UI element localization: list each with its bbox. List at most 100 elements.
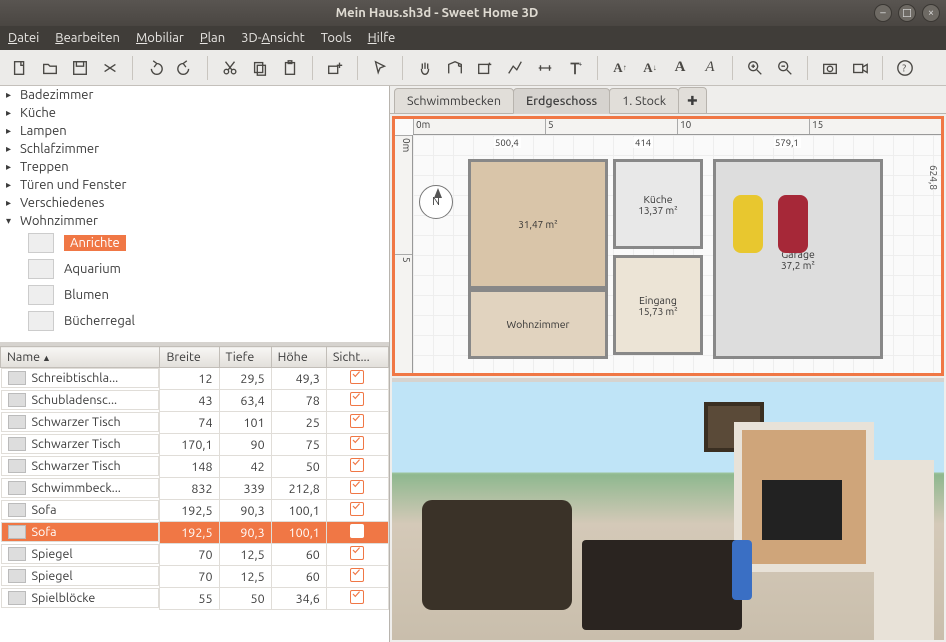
open-button[interactable] xyxy=(36,54,64,82)
catalog-category[interactable]: ▸Badezimmer xyxy=(0,86,389,104)
text-italic-button[interactable]: A xyxy=(696,54,724,82)
room[interactable]: Wohnzimmer xyxy=(468,289,608,359)
dimension-tool[interactable] xyxy=(531,54,559,82)
catalog-category[interactable]: ▸Türen und Fenster xyxy=(0,176,389,194)
visible-checkbox[interactable] xyxy=(350,546,364,560)
menu-tools[interactable]: Tools xyxy=(321,31,352,45)
visible-checkbox[interactable] xyxy=(350,568,364,582)
save-button[interactable] xyxy=(66,54,94,82)
zoom-in-button[interactable] xyxy=(741,54,769,82)
maximize-button[interactable]: ☐ xyxy=(898,4,916,22)
plan-canvas[interactable]: N 624,8 500,4414579,131,47 m²WohnzimmerK… xyxy=(413,135,941,373)
cut-button[interactable] xyxy=(216,54,244,82)
menu-mobiliar[interactable]: Mobiliar xyxy=(136,31,184,45)
column-header[interactable]: Name▲ xyxy=(1,347,160,368)
menu-plan[interactable]: Plan xyxy=(200,31,225,45)
pan-tool[interactable] xyxy=(411,54,439,82)
help-button[interactable]: ? xyxy=(891,54,919,82)
menu-3d[interactable]: 3D-Ansicht xyxy=(241,31,305,45)
table-row[interactable]: Schwimmbeck...832339212,8 xyxy=(1,478,389,500)
undo-button[interactable] xyxy=(141,54,169,82)
catalog-item[interactable]: Anrichte xyxy=(0,230,389,256)
table-row[interactable]: Schwarzer Tisch1484250 xyxy=(1,456,389,478)
photo-button[interactable] xyxy=(816,54,844,82)
menu-bearbeiten[interactable]: Bearbeiten xyxy=(55,31,120,45)
text-tool[interactable]: + xyxy=(561,54,589,82)
new-button[interactable] xyxy=(6,54,34,82)
menu-hilfe[interactable]: Hilfe xyxy=(368,31,396,45)
table-row[interactable]: Schreibtischla...1229,549,3 xyxy=(1,368,389,390)
room[interactable]: Küche13,37 m² xyxy=(613,159,703,249)
catalog-category[interactable]: ▸Schlafzimmer xyxy=(0,140,389,158)
3d-view[interactable] xyxy=(392,378,944,640)
select-tool[interactable] xyxy=(366,54,394,82)
polyline-tool[interactable] xyxy=(501,54,529,82)
furniture-table[interactable]: Name▲BreiteTiefeHöheSicht... Schreibtisc… xyxy=(0,346,389,642)
menu-datei[interactable]: Datei xyxy=(8,31,39,45)
car-red[interactable] xyxy=(778,195,808,253)
table-row[interactable]: Schwarzer Tisch7410125 xyxy=(1,412,389,434)
level-tab[interactable]: 1. Stock xyxy=(609,88,679,113)
car-yellow[interactable] xyxy=(733,195,763,253)
compass-icon[interactable]: N xyxy=(419,185,453,219)
svg-text:+: + xyxy=(579,61,583,68)
catalog-category-expanded[interactable]: ▾Wohnzimmer xyxy=(0,212,389,230)
room-tool[interactable] xyxy=(471,54,499,82)
table-row[interactable]: Spielblöcke555034,6 xyxy=(1,588,389,610)
table-row[interactable]: Schubladensc...4363,478 xyxy=(1,390,389,412)
visible-checkbox[interactable] xyxy=(350,590,364,604)
visible-checkbox[interactable] xyxy=(350,436,364,450)
column-header[interactable]: Höhe xyxy=(271,347,326,368)
text-bold-button[interactable]: A xyxy=(666,54,694,82)
column-header[interactable]: Sicht... xyxy=(326,347,388,368)
level-tab[interactable]: Schwimmbecken xyxy=(394,88,514,113)
furniture-catalog[interactable]: ▸Badezimmer▸Küche▸Lampen▸Schlafzimmer▸Tr… xyxy=(0,86,389,346)
furniture-icon xyxy=(8,503,26,517)
visible-checkbox[interactable] xyxy=(350,414,364,428)
wall-tool[interactable] xyxy=(441,54,469,82)
level-tab[interactable]: Erdgeschoss xyxy=(513,88,610,114)
titlebar: Mein Haus.sh3d - Sweet Home 3D – ☐ × xyxy=(0,0,946,26)
visible-checkbox[interactable] xyxy=(350,480,364,494)
dimension-label: 414 xyxy=(633,137,653,148)
room[interactable]: Eingang15,73 m² xyxy=(613,255,703,355)
redo-button[interactable] xyxy=(171,54,199,82)
catalog-category[interactable]: ▸Treppen xyxy=(0,158,389,176)
table-row[interactable]: Spiegel7012,560 xyxy=(1,544,389,566)
zoom-out-button[interactable] xyxy=(771,54,799,82)
table-row[interactable]: Sofa192,590,3100,1 xyxy=(1,522,389,544)
catalog-item[interactable]: Bücherregal xyxy=(0,308,389,334)
catalog-category[interactable]: ▸Lampen xyxy=(0,122,389,140)
visible-checkbox[interactable] xyxy=(350,458,364,472)
catalog-category[interactable]: ▸Küche xyxy=(0,104,389,122)
paste-button[interactable] xyxy=(276,54,304,82)
column-header[interactable]: Breite xyxy=(160,347,219,368)
visible-checkbox[interactable] xyxy=(350,392,364,406)
catalog-category[interactable]: ▸Verschiedenes xyxy=(0,194,389,212)
room[interactable]: Garage37,2 m² xyxy=(713,159,883,359)
add-furniture-button[interactable] xyxy=(321,54,349,82)
level-tabs: SchwimmbeckenErdgeschoss1. Stock✚ xyxy=(390,86,946,114)
visible-checkbox[interactable] xyxy=(350,370,364,384)
toolbar: + A↑ A↓ A A ? xyxy=(0,50,946,86)
catalog-item[interactable]: Blumen xyxy=(0,282,389,308)
visible-checkbox[interactable] xyxy=(350,524,364,538)
room[interactable]: 31,47 m² xyxy=(468,159,608,289)
close-button[interactable]: × xyxy=(922,4,940,22)
video-button[interactable] xyxy=(846,54,874,82)
window-title: Mein Haus.sh3d - Sweet Home 3D xyxy=(6,6,868,20)
add-level-button[interactable]: ✚ xyxy=(678,87,706,113)
table-row[interactable]: Sofa192,590,3100,1 xyxy=(1,500,389,522)
plan-view[interactable]: 0m51015 0m5 N 624,8 500,4414579,131,47 m… xyxy=(392,116,944,376)
table-row[interactable]: Spiegel7012,560 xyxy=(1,566,389,588)
text-smaller-button[interactable]: A↓ xyxy=(636,54,664,82)
text-bigger-button[interactable]: A↑ xyxy=(606,54,634,82)
catalog-item[interactable]: Aquarium xyxy=(0,256,389,282)
minimize-button[interactable]: – xyxy=(874,4,892,22)
column-header[interactable]: Tiefe xyxy=(219,347,271,368)
table-row[interactable]: Schwarzer Tisch170,19075 xyxy=(1,434,389,456)
furniture-thumb-icon xyxy=(28,285,54,305)
prefs-button[interactable] xyxy=(96,54,124,82)
copy-button[interactable] xyxy=(246,54,274,82)
visible-checkbox[interactable] xyxy=(350,502,364,516)
